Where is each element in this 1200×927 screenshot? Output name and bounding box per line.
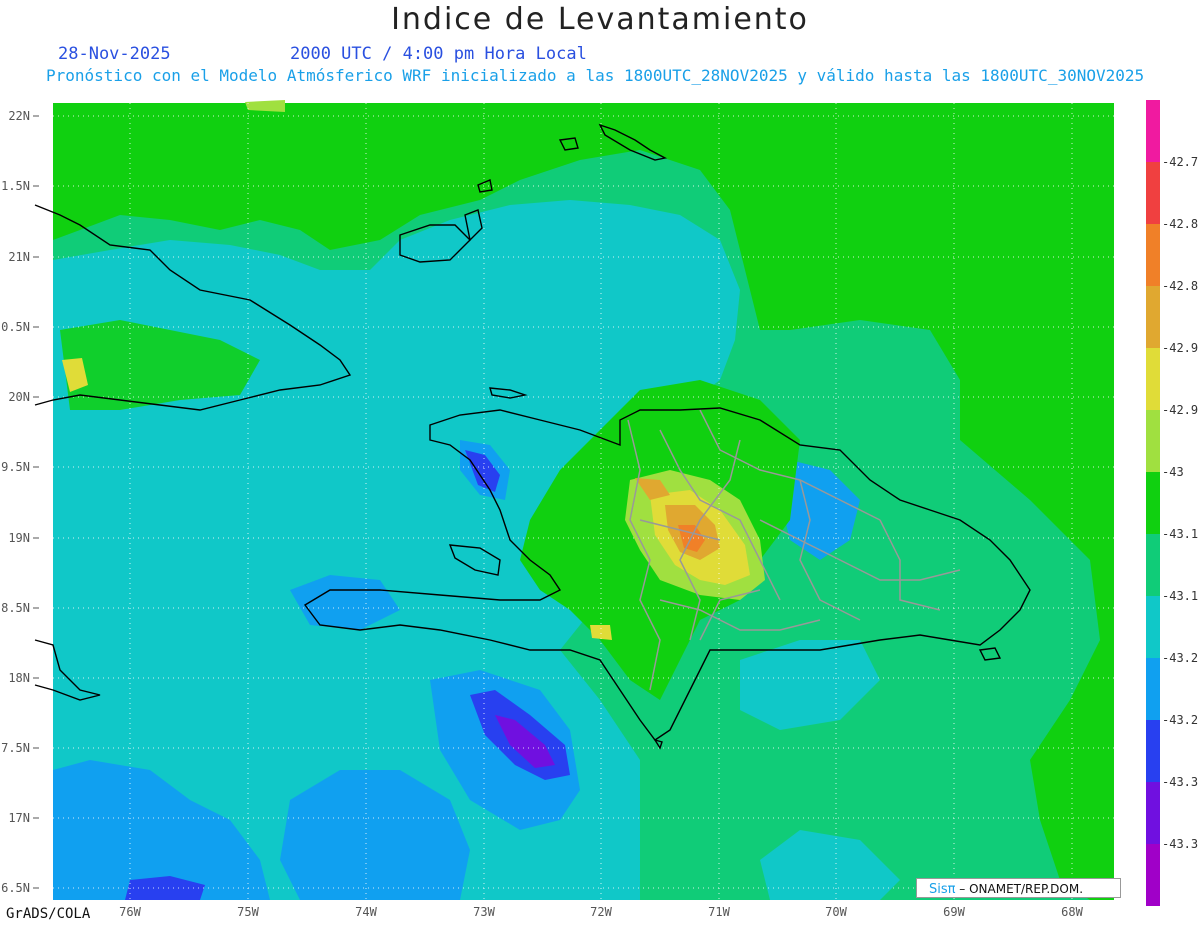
lon-label: 76W xyxy=(119,905,141,919)
lat-label: 21N xyxy=(8,250,30,264)
colorbar-label: -42.7 xyxy=(1162,155,1198,169)
credit-box: Sisπ – ONAMET/REP.DOM. xyxy=(916,878,1121,898)
lon-label: 72W xyxy=(590,905,612,919)
colorbar-swatch xyxy=(1146,844,1160,906)
colorbar-label: -42.8 xyxy=(1162,279,1198,293)
colorbar-label: -42.9 xyxy=(1162,341,1198,355)
colorbar-swatch xyxy=(1146,534,1160,596)
colorbar-label: -43.2 xyxy=(1162,713,1198,727)
colorbar-swatch xyxy=(1146,472,1160,534)
colorbar-swatch xyxy=(1146,286,1160,348)
lon-label: 74W xyxy=(355,905,377,919)
colorbar-swatch xyxy=(1146,224,1160,286)
colorbar-swatch xyxy=(1146,348,1160,410)
lifted-index-map: 22N 1.5N 21N 0.5N 20N 9.5N 19N 8.5N 18N … xyxy=(1,100,1198,919)
lat-label: 7.5N xyxy=(1,741,30,755)
lon-label: 68W xyxy=(1061,905,1083,919)
sispi-logo: Sisπ xyxy=(929,882,956,897)
lat-label: 9.5N xyxy=(1,460,30,474)
colorbar-label: -43.3 xyxy=(1162,775,1198,789)
lon-label: 70W xyxy=(825,905,847,919)
colorbar-label: -43 xyxy=(1162,465,1184,479)
lat-label: 18N xyxy=(8,671,30,685)
contour-yellow-south xyxy=(590,625,612,640)
colorbar-label: -43.3 xyxy=(1162,837,1198,851)
lat-axis: 22N 1.5N 21N 0.5N 20N 9.5N 19N 8.5N 18N … xyxy=(1,109,30,895)
lat-label: 1.5N xyxy=(1,179,30,193)
colorbar-label: -42.8 xyxy=(1162,217,1198,231)
colorbar-swatch xyxy=(1146,658,1160,720)
colorbar-label: -43.1 xyxy=(1162,527,1198,541)
colorbar-swatch xyxy=(1146,100,1160,162)
lat-label: 22N xyxy=(8,109,30,123)
colorbar: -42.7 -42.8 -42.8 -42.9 -42.9 -43 -43.1 -43.1 -4… xyxy=(1146,100,1198,906)
lat-label: 20N xyxy=(8,390,30,404)
lon-label: 75W xyxy=(237,905,259,919)
lon-label: 69W xyxy=(943,905,965,919)
colorbar-swatch xyxy=(1146,162,1160,224)
lat-ticks xyxy=(33,115,39,889)
lat-label: 19N xyxy=(8,531,30,545)
colorbar-swatch xyxy=(1146,596,1160,658)
lon-label: 71W xyxy=(708,905,730,919)
colorbar-label: -42.9 xyxy=(1162,403,1198,417)
colorbar-label: -43.1 xyxy=(1162,589,1198,603)
colorbar-label: -43.2 xyxy=(1162,651,1198,665)
lat-label: 17N xyxy=(8,811,30,825)
lat-label: 8.5N xyxy=(1,601,30,615)
lat-label: 6.5N xyxy=(1,881,30,895)
colorbar-swatch xyxy=(1146,720,1160,782)
colorbar-swatch xyxy=(1146,410,1160,472)
lon-label: 73W xyxy=(473,905,495,919)
credit-text: – ONAMET/REP.DOM. xyxy=(959,882,1084,896)
lat-label: 0.5N xyxy=(1,320,30,334)
grads-footer: GrADS/COLA xyxy=(6,906,91,922)
lon-axis: 76W 75W 74W 73W 72W 71W 70W 69W 68W xyxy=(119,905,1083,919)
colorbar-swatch xyxy=(1146,782,1160,844)
